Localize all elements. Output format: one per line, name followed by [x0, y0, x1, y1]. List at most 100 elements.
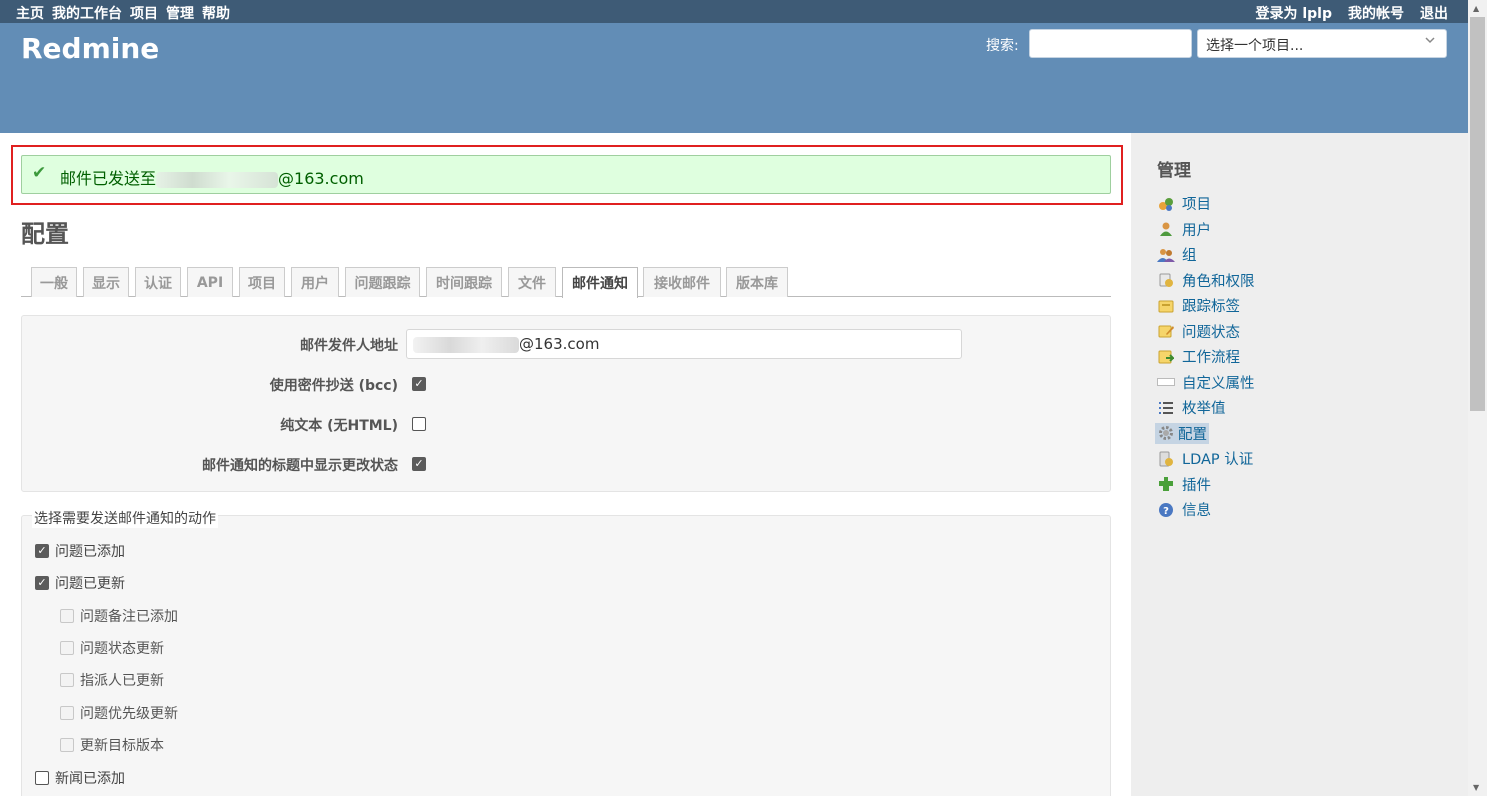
notify-issue-status-updated-label: 问题状态更新: [80, 641, 164, 657]
logout-link[interactable]: 退出: [1420, 3, 1448, 23]
notify-issue-note-added-label: 问题备注已添加: [80, 609, 178, 625]
project-jump-select[interactable]: 选择一个项目...: [1197, 29, 1447, 58]
my-account-link[interactable]: 我的帐号: [1348, 3, 1404, 23]
notify-issue-note-added: 问题备注已添加: [60, 606, 178, 626]
tab-display[interactable]: 显示: [83, 267, 129, 297]
tab-api[interactable]: API: [187, 267, 233, 297]
list-icon: [1157, 400, 1175, 416]
main: ✔ 邮件已发送至 @163.com 配置 一般 显示 认证 API 项目 用户 问…: [0, 133, 1468, 796]
user-icon: [1157, 221, 1175, 237]
plugin-icon: [1157, 476, 1175, 492]
sidebar-item-custom-fields[interactable]: 自定义属性: [1157, 370, 1255, 396]
flash-message-prefix: 邮件已发送至: [60, 169, 157, 188]
tab-general[interactable]: 一般: [31, 267, 77, 297]
flash-message: 邮件已发送至 @163.com: [60, 165, 364, 189]
search-input[interactable]: [1029, 29, 1192, 58]
sidebar-item-plugins[interactable]: 插件: [1157, 472, 1255, 498]
from-address-field[interactable]: @163.com: [406, 329, 962, 359]
sidebar-item-label: 配置: [1178, 426, 1207, 443]
plain-text-checkbox[interactable]: [412, 417, 426, 431]
sidebar-item-projects[interactable]: 项目: [1157, 191, 1255, 217]
sidebar-item-enumerations[interactable]: 枚举值: [1157, 395, 1255, 421]
menu-admin-link[interactable]: 管理: [166, 3, 194, 23]
tab-authentication[interactable]: 认证: [135, 267, 181, 297]
redacted-email: [413, 336, 519, 353]
notify-assignee-updated-label: 指派人已更新: [80, 673, 164, 689]
tab-repositories[interactable]: 版本库: [726, 267, 788, 297]
page-title: 配置: [21, 220, 69, 248]
notify-issue-status-updated: 问题状态更新: [60, 638, 164, 658]
sidebar-item-groups[interactable]: 组: [1157, 242, 1255, 268]
status-in-subject-checkbox[interactable]: ✓: [412, 457, 426, 471]
notify-issue-status-updated-checkbox: [60, 641, 74, 655]
menu-home-link[interactable]: 主页: [16, 3, 44, 23]
plain-text-label: 纯文本 (无HTML): [280, 418, 398, 434]
sidebar-item-label: 项目: [1182, 197, 1211, 214]
group-icon: [1157, 247, 1175, 263]
menu-my-page-link[interactable]: 我的工作台: [52, 3, 122, 23]
menu-projects-link[interactable]: 项目: [130, 3, 158, 23]
flash-message-suffix: @163.com: [278, 169, 364, 188]
vertical-scrollbar[interactable]: ▲ ▼: [1468, 0, 1487, 796]
sidebar-item-workflows[interactable]: 工作流程: [1157, 344, 1255, 370]
from-address-label: 邮件发件人地址: [300, 338, 398, 354]
notify-news-added-checkbox[interactable]: [35, 771, 49, 785]
sidebar-item-ldap[interactable]: LDAP 认证: [1157, 446, 1255, 472]
sidebar-item-users[interactable]: 用户: [1157, 217, 1255, 243]
sidebar-item-label: 枚举值: [1182, 401, 1226, 418]
tab-issue-tracking[interactable]: 问题跟踪: [345, 267, 420, 297]
app-title[interactable]: Redmine: [21, 32, 159, 65]
sidebar-item-trackers[interactable]: 跟踪标签: [1157, 293, 1255, 319]
logged-as: 登录为 lplp: [1255, 3, 1332, 23]
menu-help-link[interactable]: 帮助: [202, 3, 230, 23]
sidebar-item-label: 信息: [1182, 503, 1211, 520]
tab-time-tracking[interactable]: 时间跟踪: [426, 267, 502, 297]
scroll-down-arrow-icon[interactable]: ▼: [1473, 783, 1479, 792]
tab-mail-handler[interactable]: 接收邮件: [643, 267, 721, 297]
svg-text:?: ?: [1163, 506, 1169, 517]
sidebar-item-label: 插件: [1182, 477, 1211, 494]
status-in-subject-label: 邮件通知的标题中显示更改状态: [202, 458, 398, 474]
notify-version-updated-label: 更新目标版本: [80, 738, 164, 754]
project-select-value: 选择一个项目...: [1206, 38, 1304, 54]
scroll-up-arrow-icon[interactable]: ▲: [1473, 4, 1479, 13]
sidebar-item-label: 问题状态: [1182, 324, 1240, 341]
admin-menu: 项目 用户 组 角色和权限 跟踪标签 问题状态 工作流程 自定义属性 枚举值 配…: [1155, 191, 1255, 523]
sidebar-item-roles[interactable]: 角色和权限: [1157, 268, 1255, 294]
sidebar-item-label: LDAP 认证: [1182, 452, 1254, 469]
tab-files[interactable]: 文件: [508, 267, 556, 297]
settings-tabs: 一般 显示 认证 API 项目 用户 问题跟踪 时间跟踪 文件 邮件通知 接收邮…: [21, 267, 1111, 298]
logged-as-user-link[interactable]: lplp: [1302, 6, 1332, 22]
notify-issue-added-checkbox[interactable]: ✓: [35, 544, 49, 558]
notify-version-updated: 更新目标版本: [60, 735, 164, 755]
sidebar-item-label: 用户: [1182, 222, 1211, 239]
scrollbar-thumb[interactable]: [1470, 17, 1485, 411]
help-icon: ?: [1157, 502, 1175, 518]
chevron-down-icon: [1424, 34, 1436, 50]
notify-priority-updated-checkbox: [60, 706, 74, 720]
tracker-icon: [1157, 298, 1175, 314]
bcc-checkbox[interactable]: ✓: [412, 377, 426, 391]
sidebar-item-info[interactable]: ? 信息: [1157, 497, 1255, 523]
flash-notice: ✔ 邮件已发送至 @163.com: [21, 155, 1111, 194]
sidebar-item-label: 角色和权限: [1182, 273, 1255, 290]
tab-projects[interactable]: 项目: [239, 267, 285, 297]
bcc-label: 使用密件抄送 (bcc): [269, 378, 398, 394]
from-address-suffix: @163.com: [519, 335, 600, 353]
tab-notifications[interactable]: 邮件通知: [562, 267, 638, 298]
sidebar-item-settings[interactable]: 配置: [1155, 421, 1255, 447]
notify-priority-updated: 问题优先级更新: [60, 703, 178, 723]
sidebar-item-issue-statuses[interactable]: 问题状态: [1157, 319, 1255, 345]
tab-users[interactable]: 用户: [291, 267, 339, 297]
notify-issue-added-label: 问题已添加: [55, 544, 125, 560]
search-label: 搜索:: [986, 38, 1019, 54]
custom-field-icon: [1157, 374, 1175, 390]
logged-as-label: 登录为: [1255, 6, 1298, 22]
notify-issue-updated[interactable]: ✓ 问题已更新: [35, 573, 125, 593]
sidebar-title: 管理: [1157, 161, 1191, 181]
notification-settings-box: 邮件发件人地址 @163.com 使用密件抄送 (bcc) ✓ 纯文本 (无HT…: [21, 315, 1111, 492]
notify-assignee-updated-checkbox: [60, 673, 74, 687]
notify-news-added[interactable]: 新闻已添加: [35, 768, 125, 788]
notify-issue-updated-checkbox[interactable]: ✓: [35, 576, 49, 590]
notify-issue-added[interactable]: ✓ 问题已添加: [35, 541, 125, 561]
